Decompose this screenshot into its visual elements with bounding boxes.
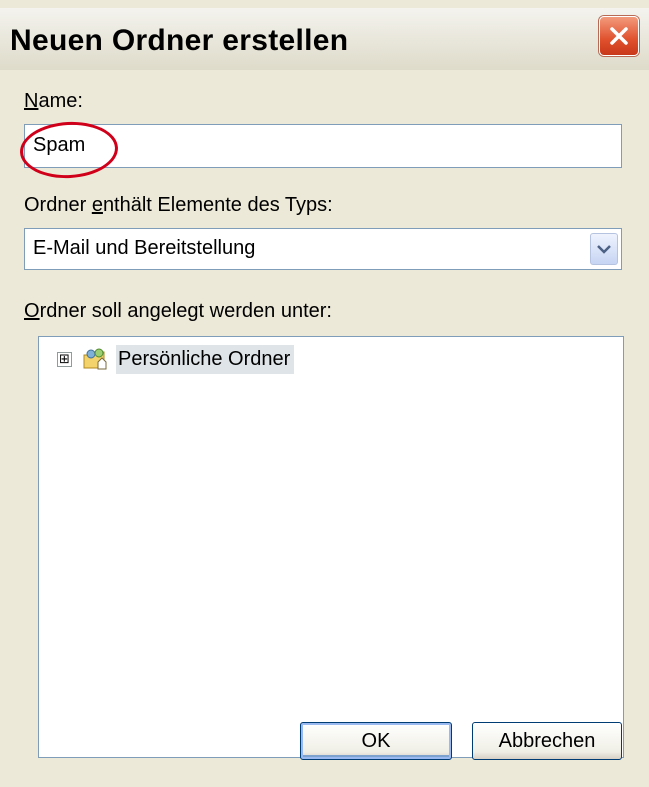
personal-folders-icon <box>83 348 107 370</box>
title-bar: Neuen Ordner erstellen <box>0 8 649 71</box>
close-button[interactable] <box>599 16 639 56</box>
tree-item-personal-folders[interactable]: ⊞ Persönliche Ordner <box>57 343 295 375</box>
name-label: Name: <box>24 90 83 112</box>
location-label: Ordner soll angelegt werden unter: <box>24 300 332 322</box>
folder-tree[interactable]: ⊞ Persönliche Ordner <box>38 336 624 758</box>
expand-icon[interactable]: ⊞ <box>57 351 72 367</box>
chevron-down-icon <box>597 245 611 254</box>
close-icon <box>610 27 628 45</box>
folder-type-selected: E-Mail und Bereitstellung <box>33 237 256 259</box>
dropdown-button[interactable] <box>590 233 618 265</box>
dialog-title: Neuen Ordner erstellen <box>10 24 349 57</box>
cancel-button[interactable]: Abbrechen <box>472 722 622 760</box>
new-folder-dialog: Neuen Ordner erstellen Name: Spam Ordner… <box>0 0 649 787</box>
tree-item-label: Persönliche Ordner <box>116 344 295 374</box>
folder-type-select[interactable]: E-Mail und Bereitstellung <box>24 228 622 270</box>
folder-type-label: Ordner enthält Elemente des Typs: <box>24 194 333 216</box>
dialog-content: Name: Spam Ordner enthält Elemente des T… <box>0 70 649 787</box>
ok-button[interactable]: OK <box>300 722 452 760</box>
